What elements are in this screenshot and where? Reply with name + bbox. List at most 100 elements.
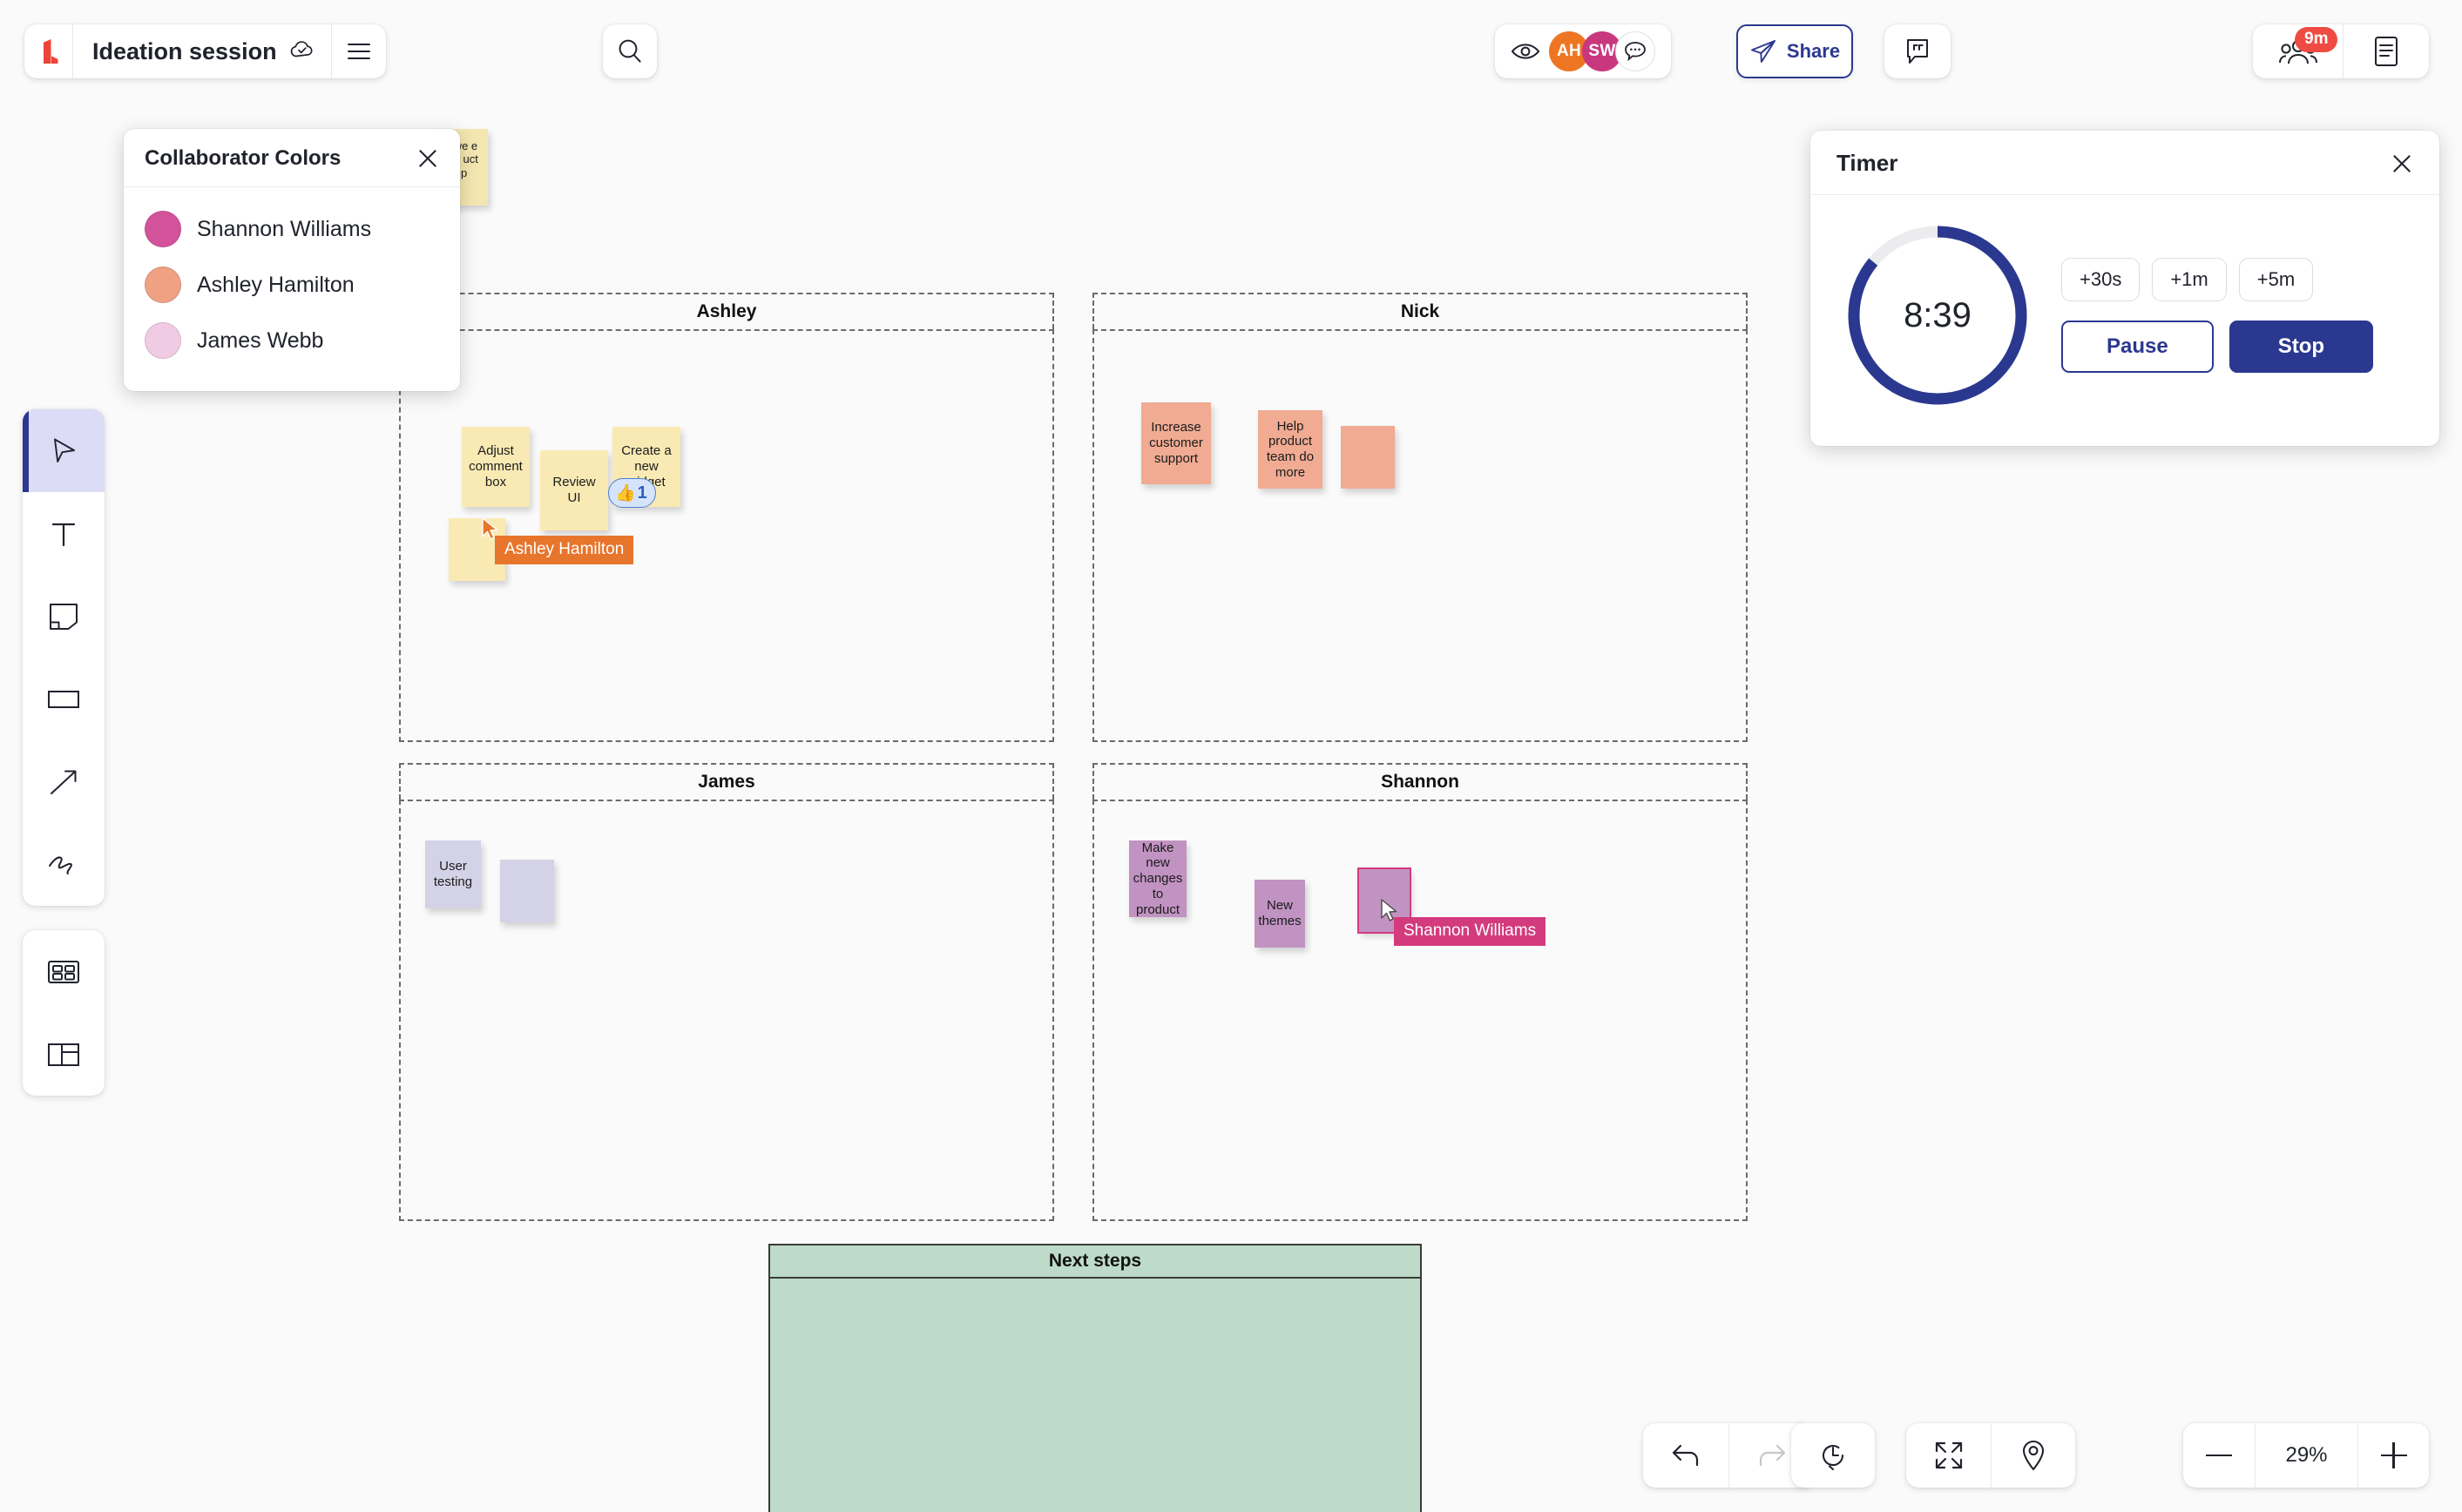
add-5m-button[interactable]: +5m: [2238, 258, 2314, 301]
frame-title: Shannon: [1381, 772, 1459, 792]
sticky-note-text: User testing: [433, 859, 473, 889]
close-icon[interactable]: [2391, 152, 2413, 175]
location-button[interactable]: [1991, 1423, 2075, 1488]
document-notes-icon: [2375, 37, 2398, 66]
timer-action-group: Pause Stop: [2061, 321, 2374, 373]
add-30s-button[interactable]: +30s: [2061, 258, 2141, 301]
page-title: Ideation session: [92, 37, 277, 64]
collaborator-row[interactable]: Ashley Hamilton: [145, 257, 439, 313]
sticky-note-text: Adjust comment box: [469, 443, 523, 489]
zoom-out-button[interactable]: [2183, 1423, 2255, 1488]
select-tool[interactable]: [23, 409, 105, 492]
fit-to-screen-button[interactable]: [1906, 1423, 1991, 1488]
tool-palette: [23, 409, 105, 906]
grid-widgets-icon: [48, 960, 79, 983]
templates-tool[interactable]: [23, 1013, 105, 1096]
sticky-note-tool[interactable]: [23, 575, 105, 658]
rectangle-icon: [48, 690, 79, 708]
eye-icon[interactable]: [1511, 42, 1540, 61]
participants-button[interactable]: 9m: [2253, 24, 2344, 78]
notes-panel-button[interactable]: [2344, 24, 2429, 78]
frame-header-nick: Nick: [1092, 293, 1748, 329]
frame-body-ashley[interactable]: Adjust comment box Review UI Create a ne…: [399, 329, 1054, 742]
reaction-count: 1: [637, 483, 647, 503]
next-steps-header: Next steps: [768, 1244, 1422, 1279]
frame-shannon[interactable]: Shannon Make new changes to product New …: [1092, 763, 1748, 1221]
timer-header: Timer: [1810, 131, 2439, 195]
app-logo[interactable]: [24, 24, 73, 78]
title-bar: Ideation session: [24, 24, 386, 78]
close-icon[interactable]: [416, 147, 439, 170]
avatar-initials: AH: [1556, 42, 1582, 60]
sticky-note-text: Help product team do more: [1266, 418, 1315, 480]
frame-body-nick[interactable]: Increase customer support Help product t…: [1092, 329, 1748, 742]
timer-quick-add-group: +30s +1m +5m: [2061, 258, 2373, 301]
color-swatch[interactable]: [145, 211, 181, 247]
share-button[interactable]: Share: [1736, 24, 1853, 78]
shape-tool[interactable]: [23, 658, 105, 740]
zoom-level[interactable]: 29%: [2255, 1423, 2357, 1488]
frame-next-steps[interactable]: Next steps: [768, 1244, 1422, 1512]
view-group: [1906, 1423, 2075, 1488]
version-history-button[interactable]: [1791, 1423, 1875, 1488]
chat-bubble-icon: [1625, 42, 1646, 62]
stop-button[interactable]: Stop: [2229, 321, 2374, 373]
add-1m-button[interactable]: +1m: [2152, 258, 2227, 301]
frame-body-shannon[interactable]: Make new changes to product New themes S…: [1092, 800, 1748, 1221]
sticky-note[interactable]: Increase customer support: [1141, 402, 1211, 484]
collaborator-row[interactable]: James Webb: [145, 313, 439, 368]
board-canvas[interactable]: n we e our uct up Ashley Adjust comment …: [0, 0, 2462, 1512]
board-title-group[interactable]: Ideation session: [73, 24, 332, 78]
paper-plane-icon: [1750, 40, 1775, 63]
chat-bubble-button[interactable]: [1615, 31, 1655, 71]
reaction-thumbs-up-badge[interactable]: 👍 1: [608, 478, 656, 508]
sticky-note[interactable]: Adjust comment box: [462, 427, 530, 507]
board-menu-button[interactable]: [332, 24, 386, 78]
fit-to-screen-icon: [1935, 1441, 1962, 1469]
next-steps-body[interactable]: [768, 1279, 1422, 1512]
collaborator-name: James Webb: [197, 327, 324, 353]
collaborator-name: Shannon Williams: [197, 216, 372, 241]
line-tool[interactable]: [23, 740, 105, 823]
color-swatch[interactable]: [145, 267, 181, 303]
timer-body: 8:39 +30s +1m +5m Pause Stop: [1810, 195, 2439, 446]
frame-header-shannon: Shannon: [1092, 763, 1748, 800]
timer-display: 8:39: [1904, 295, 1972, 334]
sticky-note[interactable]: [1341, 426, 1395, 489]
frame-body-james[interactable]: User testing: [399, 800, 1054, 1221]
undo-button[interactable]: [1643, 1423, 1728, 1488]
frame-title: Nick: [1400, 301, 1440, 321]
widgets-tool[interactable]: [23, 930, 105, 1013]
layout-template-icon: [48, 1043, 79, 1066]
collaborator-row[interactable]: Shannon Williams: [145, 201, 439, 257]
color-swatch[interactable]: [145, 322, 181, 359]
comment-button[interactable]: [1884, 24, 1951, 78]
cursor-label: Ashley Hamilton: [495, 536, 634, 564]
zoom-in-button[interactable]: [2357, 1423, 2429, 1488]
pause-button[interactable]: Pause: [2061, 321, 2214, 373]
frame-ashley[interactable]: Ashley Adjust comment box Review UI Crea…: [399, 293, 1054, 742]
sticky-note-text: New themes: [1258, 898, 1302, 928]
sticky-note[interactable]: New themes: [1255, 880, 1305, 948]
sticky-note[interactable]: User testing: [425, 840, 481, 908]
sticky-note[interactable]: Make new changes to product: [1129, 840, 1187, 917]
timer-panel: Timer 8:39 +30s +1m +5m Pause Stop: [1810, 131, 2439, 446]
frame-header-ashley: Ashley: [399, 293, 1054, 329]
sticky-note[interactable]: [500, 860, 554, 922]
hamburger-menu-icon: [347, 44, 370, 59]
collaborators-bar: AH SW: [1495, 24, 1671, 78]
right-tools-group: 9m: [2253, 24, 2429, 78]
sticky-note[interactable]: Review UI: [540, 450, 608, 530]
frame-nick[interactable]: Nick Increase customer support Help prod…: [1092, 293, 1748, 742]
freehand-tool[interactable]: [23, 823, 105, 906]
map-pin-icon: [2022, 1440, 2045, 1471]
quote-comment-icon: [1907, 39, 1928, 64]
frame-james[interactable]: James User testing: [399, 763, 1054, 1221]
cursor-arrow-icon: [54, 438, 75, 462]
panel-title: Timer: [1836, 150, 1898, 176]
sticky-note[interactable]: Help product team do more: [1258, 410, 1322, 489]
text-tool[interactable]: [23, 492, 105, 575]
thumbs-up-icon: 👍: [615, 484, 636, 503]
search-button[interactable]: [603, 24, 657, 78]
undo-arrow-icon: [1672, 1444, 1699, 1467]
